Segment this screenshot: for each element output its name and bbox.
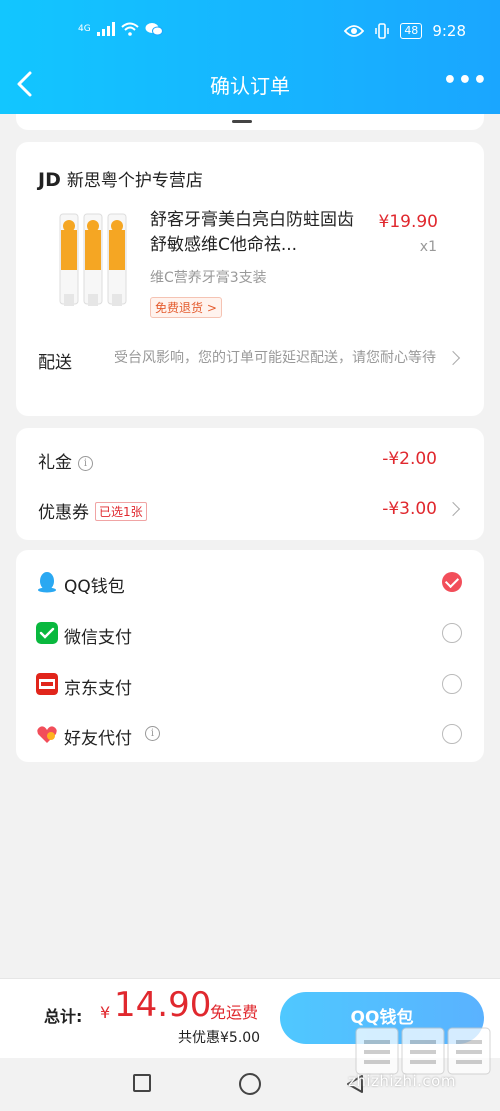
watermark-text: zhizhizhi.com — [348, 1072, 456, 1090]
product-title[interactable]: 舒客牙膏美白亮白防蛀固齿舒敏感维C他命祛... — [150, 208, 360, 258]
payment-label: 京东支付 — [64, 679, 132, 699]
free-shipping-label: 免运费 — [210, 1003, 259, 1022]
radio-unchecked[interactable] — [442, 724, 462, 744]
free-return-badge[interactable]: 免费退货 > — [150, 297, 222, 318]
cellular-signal-icon — [96, 22, 115, 36]
payment-option-friend-pay[interactable]: 好友代付 i — [16, 708, 484, 758]
wechat-status-icon — [145, 23, 163, 36]
payment-methods-card: QQ钱包 微信支付 京东支付 好友代付 i — [16, 550, 484, 762]
store-title[interactable]: JD 新思粤个护专营店 — [38, 166, 203, 191]
payment-label: 微信支付 — [64, 628, 132, 648]
radio-unchecked[interactable] — [442, 674, 462, 694]
info-icon[interactable]: i — [145, 726, 160, 741]
wechat-pay-icon — [36, 622, 58, 644]
total-amount: 14.90 — [114, 985, 212, 1025]
more-options-icon[interactable]: ••• — [443, 68, 488, 93]
jd-logo: JD — [38, 169, 61, 191]
product-image[interactable] — [52, 208, 142, 313]
payment-option-wechat[interactable]: 微信支付 — [16, 607, 484, 657]
heart-friend-pay-icon — [37, 726, 57, 743]
discount-card: 礼金 i -¥2.00 优惠券 已选1张 -¥3.00 — [16, 428, 484, 540]
product-spec: 维C营养牙膏3支装 — [150, 270, 267, 286]
signal-indicator: 4G — [78, 24, 91, 34]
qq-penguin-icon — [38, 572, 56, 593]
status-left: 4G — [78, 22, 163, 36]
coupon-selected-tag: 已选1张 — [95, 502, 147, 521]
radio-checked[interactable] — [442, 572, 462, 592]
battery-indicator: 48 — [400, 23, 423, 39]
recent-apps-icon[interactable] — [133, 1074, 151, 1092]
chevron-right-icon[interactable] — [445, 350, 461, 366]
coupon-row[interactable]: 优惠券 已选1张 — [38, 498, 147, 523]
clock: 9:28 — [432, 22, 466, 40]
coupon-label: 优惠券 — [38, 503, 89, 523]
page-title: 确认订单 — [210, 74, 290, 98]
radio-unchecked[interactable] — [442, 623, 462, 643]
collapsed-card-bottom — [16, 114, 484, 130]
total-currency: ¥ — [100, 1003, 111, 1022]
coupon-amount[interactable]: -¥3.00 — [382, 499, 437, 519]
info-icon[interactable]: i — [78, 456, 93, 471]
wifi-icon — [121, 22, 139, 36]
total-savings: 共优惠¥5.00 — [178, 1030, 261, 1046]
watermark-logo — [355, 1027, 491, 1075]
chevron-right-icon[interactable] — [445, 501, 461, 517]
status-right: 48 9:28 — [344, 22, 466, 40]
store-name: 新思粤个护专营店 — [66, 171, 203, 191]
divider — [232, 120, 252, 123]
jd-pay-icon — [36, 673, 58, 695]
product-quantity: x1 — [419, 239, 437, 255]
home-icon[interactable] — [239, 1073, 261, 1095]
gift-label: 礼金 — [38, 453, 72, 473]
nav-bar: 确认订单 ••• — [0, 58, 500, 114]
shipping-notice[interactable]: 受台风影响，您的订单可能延迟配送，请您耐心等待 — [112, 345, 436, 371]
shipping-label: 配送 — [38, 353, 72, 373]
payment-label: QQ钱包 — [64, 577, 125, 597]
product-price: ¥19.90 — [378, 212, 438, 232]
status-bar: 4G 48 9:28 — [0, 0, 500, 62]
gift-row: 礼金 i — [38, 448, 93, 473]
payment-label: 好友代付 — [64, 729, 132, 749]
eye-icon — [344, 25, 365, 37]
payment-option-jd-pay[interactable]: 京东支付 — [16, 658, 484, 708]
vibrate-icon — [375, 23, 390, 39]
total-label: 总计: — [44, 1007, 83, 1026]
store-card: JD 新思粤个护专营店 舒客牙膏美白亮白防蛀固齿舒敏感维C他命祛... ¥19.9… — [16, 142, 484, 416]
gift-amount: -¥2.00 — [382, 449, 437, 469]
payment-option-qq-wallet[interactable]: QQ钱包 — [16, 556, 484, 606]
